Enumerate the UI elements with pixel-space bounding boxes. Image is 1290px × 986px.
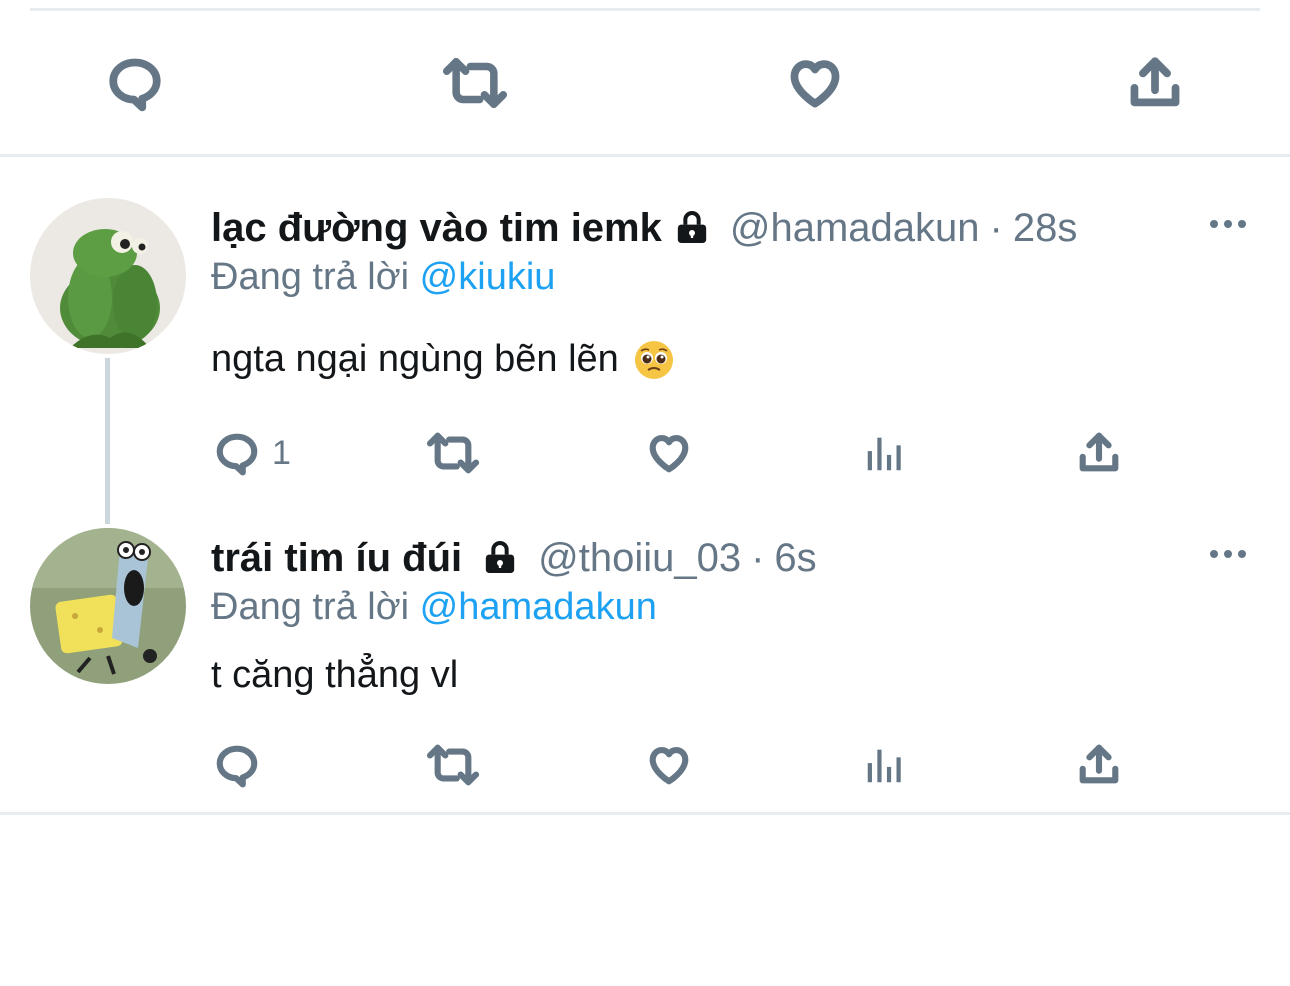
tweet-text: ngta ngại ngùng bẽn lẽn <box>211 338 675 381</box>
display-name[interactable]: trái tim íu đúi <box>211 536 462 581</box>
divider <box>0 154 1290 157</box>
reply-icon[interactable] <box>214 430 260 476</box>
retweet-icon[interactable] <box>426 742 480 788</box>
lock-icon <box>672 208 712 248</box>
reply-mention[interactable]: @kiukiu <box>420 256 556 298</box>
share-icon[interactable] <box>1076 742 1122 788</box>
reply-prefix: Đang trả lời <box>211 256 410 298</box>
top-divider <box>30 8 1260 11</box>
share-icon[interactable] <box>1076 430 1122 476</box>
share-icon[interactable] <box>1126 54 1184 112</box>
separator: · <box>751 535 765 580</box>
reply-count: 1 <box>272 433 291 472</box>
bottom-divider <box>0 812 1290 815</box>
tweet-body: t căng thẳng vl <box>211 654 459 696</box>
analytics-icon[interactable] <box>862 430 908 476</box>
like-icon[interactable] <box>786 54 844 112</box>
more-icon[interactable] <box>1206 542 1250 566</box>
reply-prefix: Đang trả lời <box>211 586 410 628</box>
timestamp[interactable]: 28s <box>1013 206 1078 251</box>
pleading-face-emoji <box>633 339 675 381</box>
kermit-avatar[interactable] <box>30 198 186 354</box>
reply-action[interactable]: 1 <box>214 430 291 476</box>
timestamp[interactable]: 6s <box>774 536 816 581</box>
spongebob-avatar[interactable] <box>30 528 186 684</box>
handle[interactable]: @hamadakun <box>730 206 980 251</box>
more-icon[interactable] <box>1206 212 1250 236</box>
thread-line <box>105 358 110 524</box>
tweet-header: trái tim íu đúi @thoiiu_03 · 6s <box>211 535 817 581</box>
reply-icon[interactable] <box>214 742 260 788</box>
reply-icon[interactable] <box>106 54 164 112</box>
replying-to: Đang trả lời @kiukiu <box>211 256 555 299</box>
handle[interactable]: @thoiiu_03 <box>538 536 741 581</box>
separator: · <box>989 205 1003 250</box>
retweet-icon[interactable] <box>442 54 508 112</box>
tweet-body: ngta ngại ngùng bẽn lẽn <box>211 338 619 380</box>
tweet-header: lạc đường vào tim iemk @hamadakun · 28s <box>211 205 1077 251</box>
like-icon[interactable] <box>645 430 693 476</box>
display-name[interactable]: lạc đường vào tim iemk <box>211 206 662 251</box>
reply-mention[interactable]: @hamadakun <box>420 586 657 628</box>
retweet-icon[interactable] <box>426 430 480 476</box>
lock-icon <box>480 538 520 578</box>
replying-to: Đang trả lời @hamadakun <box>211 586 657 629</box>
like-icon[interactable] <box>645 742 693 788</box>
analytics-icon[interactable] <box>862 742 908 788</box>
